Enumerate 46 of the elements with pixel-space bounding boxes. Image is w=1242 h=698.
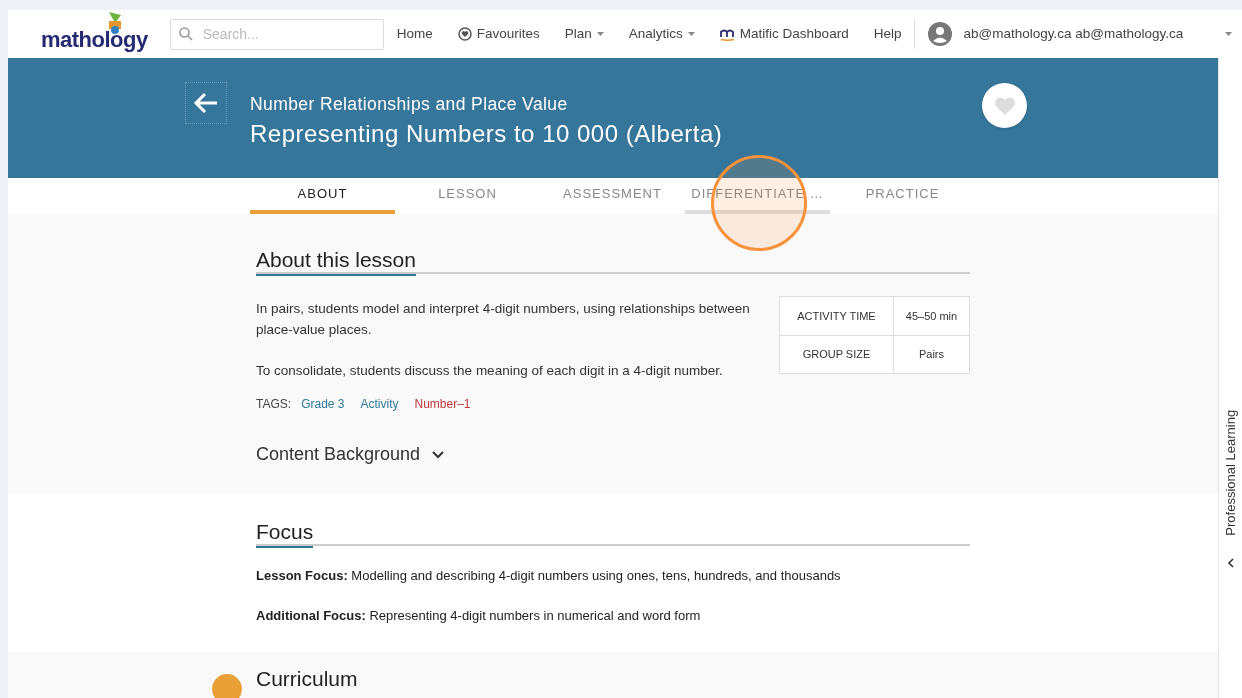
- tag-link[interactable]: Grade 3: [301, 395, 345, 413]
- table-cell-text: Pairs: [917, 347, 946, 362]
- lesson-subtitle: Number Relationships and Place Value: [250, 93, 568, 116]
- table-cell: 45–50 min: [894, 297, 969, 336]
- user-email[interactable]: ab@mathology.ca ab@mathology.ca: [963, 23, 1184, 45]
- focus-text: Additional Focus: Representing 4-digit numbers in numerical and word form: [256, 606, 702, 625]
- caret-icon[interactable]: [1225, 32, 1232, 36]
- content-background-toggle[interactable]: Content Background: [256, 441, 445, 468]
- avatar-icon[interactable]: [928, 22, 953, 46]
- caret-icon: [596, 32, 604, 36]
- tags-label: TAGS:: [256, 396, 292, 413]
- search-icon: [178, 27, 193, 41]
- nav-link[interactable]: Favourites: [457, 23, 540, 45]
- matific-icon: [719, 27, 735, 41]
- focus-text: Lesson Focus: Modelling and describing 4-digit numbers using ones, tens, hundreds, and thousands: [256, 567, 842, 585]
- caret-icon: [687, 32, 695, 36]
- nav-link[interactable]: Analytics: [628, 23, 695, 45]
- nav-link[interactable]: Plan: [564, 23, 604, 45]
- search-input[interactable]: Search...: [202, 23, 373, 45]
- paragraph: In pairs, students model and interpret 4-digit numbers, using relationships between place-value places.: [256, 300, 751, 339]
- chevron-left-icon: [1227, 558, 1234, 568]
- tab[interactable]: ASSESSMENT: [540, 178, 685, 214]
- section-heading: About this lesson: [256, 248, 416, 276]
- tab[interactable]: PRACTICE: [830, 178, 975, 214]
- logo[interactable]: mathology: [41, 26, 148, 54]
- section-heading: Curriculum: [256, 666, 358, 692]
- table-cell: GROUP SIZE: [780, 335, 894, 373]
- side-panel-label: Professional Learning: [1222, 408, 1240, 538]
- table-cell: ACTIVITY TIME: [780, 297, 894, 336]
- favourite-button[interactable]: [982, 83, 1027, 128]
- section-heading: Focus: [256, 520, 314, 548]
- tag-link[interactable]: Activity: [360, 395, 399, 413]
- tag-link[interactable]: Number–1: [414, 395, 471, 413]
- nav-link[interactable]: Home: [396, 23, 433, 45]
- back-arrow-icon: [193, 92, 219, 114]
- paragraph: To consolidate, students discuss the meaning of each digit in a 4-digit number.: [256, 362, 724, 380]
- lesson-title: Representing Numbers to 10 000 (Alberta): [250, 119, 723, 149]
- search-field[interactable]: Search...: [169, 18, 384, 50]
- back-button[interactable]: [185, 82, 227, 124]
- side-panel[interactable]: Professional Learning: [1218, 58, 1242, 698]
- chevron-down-icon: [432, 450, 445, 459]
- curriculum-icon: [212, 674, 242, 698]
- tab[interactable]: LESSON: [395, 178, 540, 214]
- heart-icon: [993, 95, 1016, 116]
- nav-link[interactable]: Matific Dashboard: [719, 23, 849, 45]
- nav-link[interactable]: Help: [873, 23, 902, 45]
